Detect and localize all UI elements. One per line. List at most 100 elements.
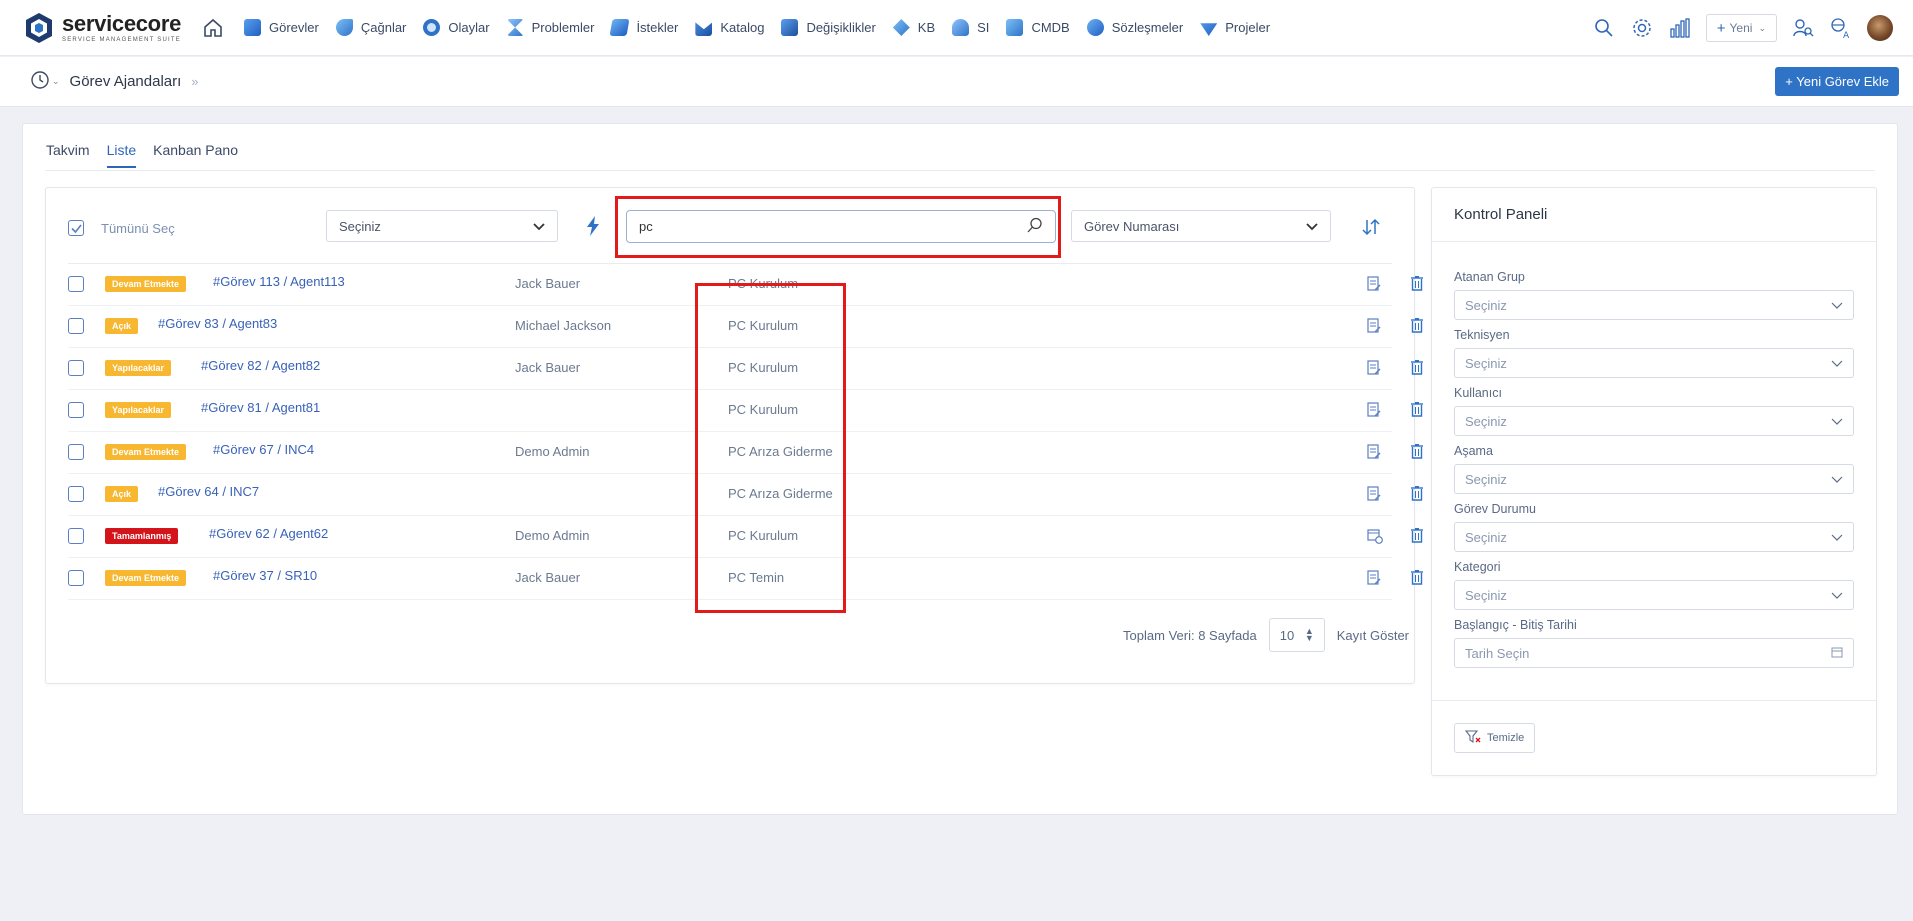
new-menu-button[interactable]: + Yeni ⌄ <box>1705 14 1777 42</box>
edit-document-icon[interactable] <box>1367 444 1381 463</box>
technician-select[interactable]: Seçiniz <box>1454 348 1854 378</box>
trash-icon[interactable] <box>1410 527 1424 546</box>
edit-document-icon[interactable] <box>1367 486 1381 505</box>
show-records-label: Kayıt Göster <box>1336 627 1409 643</box>
view-tabs: Takvim Liste Kanban Pano <box>46 138 255 172</box>
row-checkbox[interactable] <box>68 402 84 418</box>
nav-item-si[interactable]: SI <box>952 19 989 36</box>
search-icon[interactable] <box>1592 16 1616 40</box>
row-checkbox[interactable] <box>68 528 84 544</box>
group-select[interactable]: Seçiniz <box>326 210 558 242</box>
tab-kanban[interactable]: Kanban Pano <box>153 138 238 168</box>
brand-logo[interactable]: servicecore SERVICE MANAGEMENT SUITE <box>22 11 187 45</box>
row-checkbox[interactable] <box>68 486 84 502</box>
chevron-down-icon[interactable]: ⌄ <box>52 76 60 87</box>
trash-icon[interactable] <box>1410 401 1424 420</box>
nav-item-incidents[interactable]: Olaylar <box>423 19 490 36</box>
main-card: Takvim Liste Kanban Pano Tümünü Seç Seçi… <box>22 123 1898 815</box>
nav-item-requests[interactable]: İstekler <box>609 19 678 36</box>
edit-document-icon[interactable] <box>1367 318 1381 337</box>
task-link[interactable]: #Görev 64 / INC7 <box>158 484 259 499</box>
sort-field-value: Görev Numarası <box>1084 218 1180 234</box>
task-link[interactable]: #Görev 67 / INC4 <box>213 442 314 457</box>
category-select[interactable]: Seçiniz <box>1454 580 1854 610</box>
table-row: Devam Etmekte #Görev 67 / INC4 Demo Admi… <box>68 432 1423 474</box>
home-icon[interactable] <box>202 17 224 39</box>
task-link[interactable]: #Görev 62 / Agent62 <box>209 526 328 541</box>
clear-filters-button[interactable]: Temizle <box>1454 723 1536 753</box>
contracts-icon <box>1086 19 1104 36</box>
bar-chart-icon[interactable] <box>1668 16 1692 40</box>
category: PC Kurulum <box>728 276 799 291</box>
category: PC Kurulum <box>728 318 799 333</box>
page-size-select[interactable]: 10 ▲ ▼ <box>1268 618 1325 652</box>
row-checkbox[interactable] <box>68 276 84 292</box>
trash-icon[interactable] <box>1410 443 1424 462</box>
task-status-select[interactable]: Seçiniz <box>1454 522 1854 552</box>
translate-icon[interactable]: A <box>1829 16 1853 40</box>
edit-document-icon[interactable] <box>1367 402 1381 421</box>
user-search-icon[interactable] <box>1791 16 1815 40</box>
row-checkbox[interactable] <box>68 360 84 376</box>
trash-icon[interactable] <box>1410 359 1424 378</box>
calendar-clock-icon[interactable] <box>1367 528 1383 547</box>
select-all-checkbox[interactable] <box>68 220 84 236</box>
status-badge: Devam Etmekte <box>105 444 187 460</box>
sort-field-select[interactable]: Görev Numarası <box>1071 210 1331 242</box>
nav-item-calls[interactable]: Çağnlar <box>335 19 406 36</box>
chevron-down-icon <box>1831 356 1843 371</box>
edit-document-icon[interactable] <box>1367 276 1381 295</box>
user-select[interactable]: Seçiniz <box>1454 406 1854 436</box>
edit-document-icon[interactable] <box>1367 570 1381 589</box>
status-badge: Açık <box>105 318 139 334</box>
search-input[interactable]: pc <box>626 210 1056 243</box>
nav-item-cmdb[interactable]: CMDB <box>1006 19 1070 36</box>
history-clock-icon[interactable] <box>30 70 50 93</box>
calls-icon <box>335 19 353 36</box>
edit-document-icon[interactable] <box>1367 360 1381 379</box>
status-badge: Yapılacaklar <box>105 360 172 376</box>
trash-icon[interactable] <box>1410 275 1424 294</box>
row-checkbox[interactable] <box>68 570 84 586</box>
tab-list[interactable]: Liste <box>106 138 137 168</box>
table-row: Açık #Görev 64 / INC7 PC Arıza Giderme <box>68 474 1423 516</box>
nav-item-projects[interactable]: Projeler <box>1200 19 1270 36</box>
nav-item-kb[interactable]: KB <box>892 19 935 36</box>
trash-icon[interactable] <box>1410 569 1424 588</box>
sort-direction-icon[interactable] <box>1361 218 1381 239</box>
user-avatar[interactable] <box>1867 15 1893 41</box>
category: PC Arıza Giderme <box>728 486 833 501</box>
top-navbar: servicecore SERVICE MANAGEMENT SUITE Gör… <box>0 0 1913 56</box>
add-task-button[interactable]: + Yeni Görev Ekle <box>1775 67 1899 96</box>
tab-calendar[interactable]: Takvim <box>46 138 90 168</box>
category: PC Kurulum <box>728 360 799 375</box>
main-nav: Görevler Çağnlar Olaylar Problemler İste… <box>202 17 1287 39</box>
nav-item-changes[interactable]: Değişiklikler <box>781 19 876 36</box>
trash-icon[interactable] <box>1410 485 1424 504</box>
status-badge: Devam Etmekte <box>105 570 187 586</box>
nav-item-catalog[interactable]: Katalog <box>695 19 764 36</box>
task-link[interactable]: #Görev 81 / Agent81 <box>201 400 320 415</box>
chevron-down-icon: ⌄ <box>1758 22 1766 33</box>
task-link[interactable]: #Görev 37 / SR10 <box>213 568 317 583</box>
nav-item-tasks[interactable]: Görevler <box>244 19 319 36</box>
task-link[interactable]: #Görev 113 / Agent113 <box>213 274 345 289</box>
row-checkbox[interactable] <box>68 444 84 460</box>
select-all[interactable]: Tümünü Seç <box>68 220 175 236</box>
nav-item-contracts[interactable]: Sözleşmeler <box>1086 19 1183 36</box>
trash-icon[interactable] <box>1410 317 1424 336</box>
date-range-input[interactable]: Tarih Seçin <box>1454 638 1854 668</box>
search-icon[interactable] <box>1027 217 1043 236</box>
catalog-icon <box>695 22 713 36</box>
row-checkbox[interactable] <box>68 318 84 334</box>
gear-icon[interactable] <box>1630 16 1654 40</box>
nav-item-problems[interactable]: Problemler <box>506 19 594 36</box>
lightning-icon[interactable] <box>586 216 600 239</box>
assigned-group-select[interactable]: Seçiniz <box>1454 290 1854 320</box>
stage-select[interactable]: Seçiniz <box>1454 464 1854 494</box>
task-link[interactable]: #Görev 83 / Agent83 <box>158 316 277 331</box>
task-link[interactable]: #Görev 82 / Agent82 <box>201 358 320 373</box>
task-status-label: Görev Durumu <box>1454 502 1536 516</box>
new-menu-label: Yeni <box>1729 21 1753 35</box>
clear-filters-label: Temizle <box>1487 732 1525 744</box>
